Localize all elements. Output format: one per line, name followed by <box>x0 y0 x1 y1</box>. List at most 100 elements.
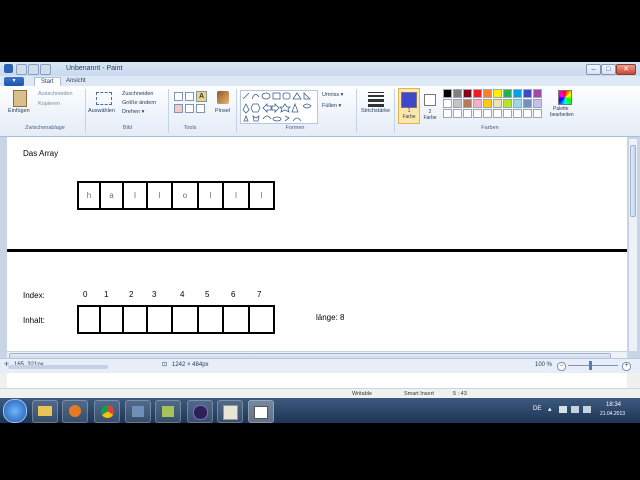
app-taskbar-icon[interactable] <box>155 400 181 423</box>
color-swatch[interactable] <box>483 99 492 108</box>
zoom-slider[interactable] <box>568 365 618 366</box>
paint-taskbar-icon[interactable] <box>217 400 243 423</box>
color-swatch[interactable] <box>463 109 472 118</box>
color-swatch[interactable] <box>503 109 512 118</box>
volume-icon[interactable] <box>583 406 591 413</box>
start-button[interactable] <box>3 399 27 423</box>
vertical-scrollbar[interactable] <box>628 139 637 351</box>
color-swatch[interactable] <box>503 99 512 108</box>
select-icon[interactable] <box>96 92 112 105</box>
array-cell: o <box>173 183 199 208</box>
color-picker-icon[interactable] <box>185 104 194 113</box>
paste-button[interactable]: Einfügen <box>8 108 30 114</box>
select-button[interactable]: Auswählen <box>88 108 115 114</box>
color-swatch[interactable] <box>473 99 482 108</box>
index-value: 1 <box>104 290 109 299</box>
edit-colors-icon[interactable] <box>558 90 572 105</box>
shapes-gallery[interactable] <box>240 90 318 124</box>
color-swatch[interactable] <box>473 89 482 98</box>
paint-window: Unbenannt - Paint – □ ✕ ▾ Start Ansicht … <box>0 62 640 398</box>
color-swatch[interactable] <box>453 99 462 108</box>
index-value: 5 <box>205 290 210 299</box>
paste-icon[interactable] <box>13 90 27 107</box>
color-swatch[interactable] <box>443 109 452 118</box>
text-tool-icon[interactable]: A <box>196 91 207 102</box>
color-swatch[interactable] <box>443 99 452 108</box>
array-cell: l <box>199 183 224 208</box>
color-swatch[interactable] <box>533 89 542 98</box>
explorer-taskbar-icon[interactable] <box>32 400 58 423</box>
network-icon[interactable] <box>571 406 579 413</box>
color1-button[interactable]: 1 Farbe <box>398 88 420 124</box>
brushes-button[interactable]: Pinsel <box>215 108 230 114</box>
zoom-slider-thumb[interactable] <box>589 361 592 370</box>
stroke-width-icon[interactable] <box>368 92 384 107</box>
ribbon: Einfügen Ausschneiden Kopieren Zwischena… <box>0 86 640 137</box>
tray-arrow-icon[interactable]: ▴ <box>548 405 552 413</box>
color-swatch[interactable] <box>513 109 522 118</box>
tray-flag-icon[interactable] <box>559 406 567 413</box>
clock-date[interactable]: 21.04.2013 <box>600 411 625 417</box>
color-swatch[interactable] <box>453 109 462 118</box>
taskbar: DE ▴ 18:34 21.04.2013 <box>0 398 640 423</box>
index-value: 6 <box>231 290 236 299</box>
color-swatch[interactable] <box>523 89 532 98</box>
color-swatch[interactable] <box>483 89 492 98</box>
fill-dropdown[interactable]: Füllen ▾ <box>322 103 341 109</box>
crop-button[interactable]: Zuschneiden <box>122 91 154 97</box>
color-swatch[interactable] <box>443 89 452 98</box>
color-swatch[interactable] <box>483 109 492 118</box>
color-swatch[interactable] <box>513 89 522 98</box>
edit-colors-button-line2[interactable]: bearbeiten <box>550 112 574 118</box>
color-swatch[interactable] <box>493 89 502 98</box>
fill-icon[interactable] <box>185 92 194 101</box>
tab-view[interactable]: Ansicht <box>60 77 92 86</box>
color2-button[interactable]: 2 Farbe <box>421 88 439 122</box>
color-swatch[interactable] <box>473 109 482 118</box>
cut-button[interactable]: Ausschneiden <box>38 91 73 97</box>
color-swatch[interactable] <box>463 99 472 108</box>
stroke-width-button[interactable]: Strichstärke <box>361 108 390 114</box>
chrome-taskbar-icon[interactable] <box>94 400 120 423</box>
outline-dropdown[interactable]: Umriss ▾ <box>322 92 343 98</box>
minimize-button[interactable]: – <box>586 64 601 75</box>
window-title: Unbenannt - Paint <box>66 65 123 72</box>
eclipse-taskbar-icon[interactable] <box>187 400 213 423</box>
color-swatch[interactable] <box>533 99 542 108</box>
color-swatch[interactable] <box>453 89 462 98</box>
magnifier-icon[interactable] <box>196 104 205 113</box>
save-icon[interactable] <box>16 64 27 75</box>
array-cell <box>250 307 273 332</box>
vertical-scroll-thumb[interactable] <box>630 145 636 217</box>
color-swatch[interactable] <box>513 99 522 108</box>
color-swatch[interactable] <box>523 99 532 108</box>
color-swatch[interactable] <box>463 89 472 98</box>
paint-app-icon[interactable] <box>4 64 13 73</box>
zoom-out-button[interactable]: − <box>557 362 566 371</box>
resize-button[interactable]: Größe ändern <box>122 100 156 106</box>
rotate-button[interactable]: Drehen ▾ <box>122 109 144 115</box>
index-value: 7 <box>257 290 262 299</box>
eraser-icon[interactable] <box>174 104 183 113</box>
color-swatch[interactable] <box>493 99 502 108</box>
pencil-icon[interactable] <box>174 92 183 101</box>
color-swatch[interactable] <box>523 109 532 118</box>
language-indicator[interactable]: DE <box>533 406 541 412</box>
color-swatch[interactable] <box>533 109 542 118</box>
array-bottom-row <box>77 305 275 334</box>
redo-icon[interactable] <box>40 64 51 75</box>
undo-icon[interactable] <box>28 64 39 75</box>
maximize-button[interactable]: □ <box>601 64 616 75</box>
media-player-taskbar-icon[interactable] <box>62 400 88 423</box>
file-menu-button[interactable]: ▾ <box>4 77 24 86</box>
active-window-taskbar-icon[interactable] <box>248 400 274 423</box>
color1-label: Farbe <box>402 114 416 120</box>
color-swatch[interactable] <box>503 89 512 98</box>
brush-icon[interactable] <box>217 91 229 104</box>
app-taskbar-icon[interactable] <box>125 400 151 423</box>
close-button[interactable]: ✕ <box>616 64 636 75</box>
copy-button[interactable]: Kopieren <box>38 101 60 107</box>
color-swatch[interactable] <box>493 109 502 118</box>
zoom-in-button[interactable]: + <box>622 362 631 371</box>
clock-time[interactable]: 18:34 <box>606 402 621 408</box>
